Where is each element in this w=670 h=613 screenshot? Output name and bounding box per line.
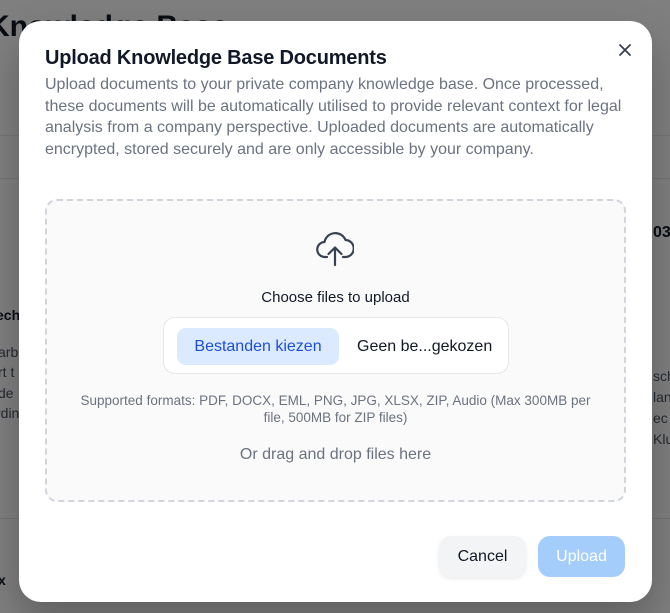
file-dropzone[interactable]: Choose files to upload Bestanden kiezen … (45, 199, 626, 502)
choose-files-button[interactable]: Bestanden kiezen (177, 328, 339, 365)
dialog-title: Upload Knowledge Base Documents (45, 47, 387, 69)
cancel-button[interactable]: Cancel (439, 536, 526, 577)
upload-button[interactable]: Upload (538, 536, 625, 577)
upload-dialog: Upload Knowledge Base Documents Upload d… (19, 21, 652, 602)
dialog-description: Upload documents to your private company… (45, 76, 622, 158)
file-input[interactable]: Bestanden kiezen Geen be...gekozen (163, 317, 509, 374)
close-icon (619, 44, 631, 56)
supported-formats-text: Supported formats: PDF, DOCX, EML, PNG, … (80, 393, 591, 425)
choose-files-label: Choose files to upload (261, 289, 410, 306)
drag-drop-hint: Or drag and drop files here (239, 446, 432, 463)
close-button[interactable] (614, 39, 636, 61)
cloud-upload-icon (316, 232, 354, 267)
file-status-text: Geen be...gekozen (357, 338, 493, 355)
